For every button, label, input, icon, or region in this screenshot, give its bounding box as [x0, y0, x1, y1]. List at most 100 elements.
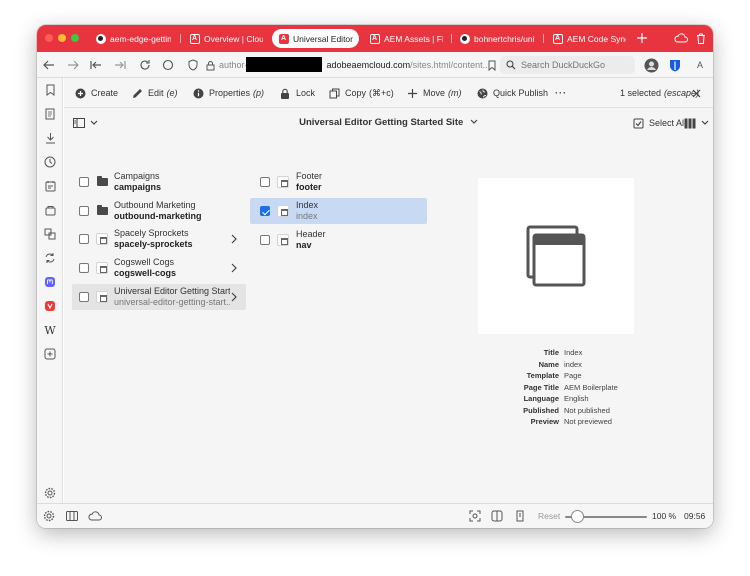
settings-gear-icon[interactable] [42, 509, 56, 523]
cloud-icon[interactable] [673, 30, 689, 46]
column-item-header[interactable]: Header nav [250, 227, 427, 253]
column-item-cogswell-cogs[interactable]: Cogswell Cogs cogswell-cogs [72, 255, 246, 281]
quick-publish-button[interactable]: Quick Publish [476, 86, 548, 100]
browser-tab[interactable]: A AEM Assets | Files [363, 29, 449, 48]
column-view: Campaigns campaigns Outbound Marketing o… [64, 136, 713, 503]
folder-icon [97, 205, 108, 215]
home-icon [162, 59, 174, 71]
lock-icon [201, 56, 219, 74]
arrow-right-icon [68, 60, 79, 70]
view-switcher-button[interactable] [684, 116, 709, 130]
pencil-icon [131, 87, 143, 99]
skip-back-icon [90, 61, 101, 69]
forward-button[interactable] [64, 56, 82, 74]
browser-window: aem-edge-getting A Overview | Cloud M A … [37, 25, 713, 528]
browser-tab[interactable]: A Overview | Cloud M [183, 29, 269, 48]
page-details: Title Index Name index Template Page Page T… [478, 348, 698, 429]
browser-tab[interactable]: bohnertchris/unive [453, 29, 541, 48]
panel-toggle-icon[interactable] [65, 509, 79, 523]
detail-row-name: Name index [538, 359, 582, 369]
bookmark-icon[interactable] [483, 56, 501, 74]
browser-sidebar: W [37, 78, 63, 503]
column-item-index[interactable]: Index index [250, 198, 427, 224]
item-checkbox[interactable] [79, 292, 89, 302]
back-button[interactable] [40, 56, 58, 74]
history-icon[interactable] [42, 154, 58, 170]
home-button[interactable] [159, 56, 177, 74]
shield-icon[interactable] [184, 56, 202, 74]
lock-button[interactable]: Lock [279, 86, 315, 100]
browser-tab-active[interactable]: A Universal Editor Ge [272, 29, 359, 48]
browser-tab[interactable]: A AEM Code Sync re [546, 29, 632, 48]
settings-gear-icon[interactable] [42, 485, 58, 501]
add-panel-icon[interactable] [42, 346, 58, 362]
item-checkbox[interactable] [79, 263, 89, 273]
column-item-outbound-marketing[interactable]: Outbound Marketing outbound-marketing [72, 198, 246, 224]
account-avatar-icon[interactable] [642, 56, 660, 74]
capture-icon[interactable] [42, 202, 58, 218]
browser-tab[interactable]: aem-edge-getting [89, 29, 177, 48]
first-page-button[interactable] [87, 56, 105, 74]
reading-list-icon[interactable] [42, 106, 58, 122]
select-all-button[interactable]: Select All [632, 116, 686, 130]
github-icon [459, 33, 470, 44]
create-button[interactable]: Create [74, 86, 118, 100]
window-close-button[interactable] [45, 34, 53, 42]
new-tab-button[interactable] [634, 30, 650, 46]
item-checkbox-checked[interactable] [260, 206, 270, 216]
downloads-icon[interactable] [42, 130, 58, 146]
copy-button[interactable]: Copy (⌘+c) [328, 86, 394, 100]
column-item-spacely-sprockets[interactable]: Spacely Sprockets spacely-sprockets [72, 226, 246, 252]
selection-status: 1 selected (escape) [620, 88, 700, 98]
cloud-icon[interactable] [88, 509, 102, 523]
detail-row-published: Published Not published [523, 405, 610, 415]
move-icon [406, 87, 418, 99]
site-title[interactable]: Universal Editor Getting Started Site [64, 117, 713, 128]
column-view-icon [684, 117, 696, 129]
translate-icon[interactable] [42, 226, 58, 242]
chevron-right-icon[interactable] [230, 292, 238, 302]
search-field[interactable] [500, 56, 635, 74]
vivaldi-icon[interactable] [42, 298, 58, 314]
item-checkbox[interactable] [260, 235, 270, 245]
sync-icon[interactable] [42, 250, 58, 266]
chevron-right-icon[interactable] [230, 263, 238, 273]
last-page-button[interactable] [111, 56, 129, 74]
search-input[interactable] [521, 60, 631, 70]
item-checkbox[interactable] [260, 177, 270, 187]
edit-button[interactable]: Edit (e) [131, 86, 178, 100]
clear-selection-button[interactable] [692, 86, 701, 100]
bitwarden-icon[interactable] [666, 56, 684, 74]
bookmarks-icon[interactable] [42, 82, 58, 98]
info-icon [192, 87, 204, 99]
reload-button[interactable] [136, 56, 154, 74]
screenshot-icon[interactable] [468, 509, 482, 523]
globe-icon [476, 87, 488, 99]
select-all-icon [632, 117, 644, 129]
notes-icon[interactable] [42, 178, 58, 194]
trash-icon[interactable] [693, 30, 709, 46]
column-item-footer[interactable]: Footer footer [250, 169, 427, 195]
item-checkbox[interactable] [79, 177, 89, 187]
more-actions-button[interactable]: ··· [555, 86, 567, 100]
chevron-right-icon[interactable] [230, 234, 238, 244]
chevron-down-icon [701, 120, 709, 125]
properties-button[interactable]: Properties (p) [192, 86, 264, 100]
window-minimize-button[interactable] [58, 34, 66, 42]
zoom-slider-handle[interactable] [570, 510, 584, 523]
reader-mode-icon[interactable]: A [691, 56, 709, 74]
wikipedia-icon[interactable]: W [42, 322, 58, 338]
mastodon-icon[interactable] [42, 274, 58, 290]
column-item-universal-editor[interactable]: Universal Editor Getting Start... univer… [72, 284, 246, 310]
arrow-left-icon [43, 60, 54, 70]
window-maximize-button[interactable] [71, 34, 79, 42]
tiling-icon[interactable] [490, 509, 504, 523]
page-actions-icon[interactable] [513, 509, 527, 523]
zoom-reset-button[interactable]: Reset [538, 511, 560, 521]
move-button[interactable]: Move (m) [406, 86, 462, 100]
item-checkbox[interactable] [79, 234, 89, 244]
address-bar: author-adobeaemcloud.com/sites.html/cont… [37, 52, 713, 78]
column-item-campaigns[interactable]: Campaigns campaigns [72, 169, 246, 195]
item-checkbox[interactable] [79, 206, 89, 216]
skip-forward-icon [115, 61, 126, 69]
